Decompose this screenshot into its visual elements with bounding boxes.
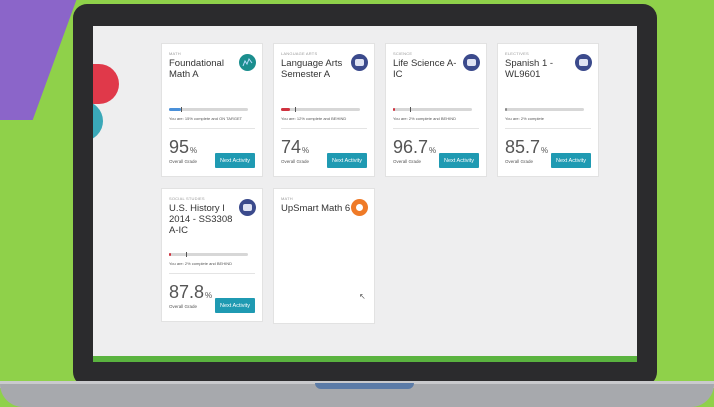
- grade-value: 87.8: [169, 282, 205, 302]
- grade-value: 74: [281, 137, 302, 157]
- progress-status: You are: 2% complete and BEHIND: [169, 261, 232, 266]
- mouse-cursor-icon: ↖: [359, 292, 366, 301]
- course-title[interactable]: U.S. History I 2014 - SS3308 A-IC: [169, 203, 241, 236]
- course-card-upsmart-math[interactable]: MATH UpSmart Math 6: [273, 188, 375, 324]
- divider: [169, 128, 255, 129]
- progress-status: You are: 12% complete and BEHIND: [281, 116, 347, 121]
- grade-label: Overall Grade: [281, 159, 310, 164]
- status-strip: [93, 356, 637, 362]
- next-activity-button[interactable]: Next Activity: [215, 298, 255, 313]
- progress-fill: [281, 108, 291, 111]
- grade-unit: %: [302, 146, 310, 155]
- course-title[interactable]: Language Arts Semester A: [281, 58, 353, 80]
- course-card-foundational-math[interactable]: MATH Foundational Math A You are: 15% co…: [161, 43, 263, 177]
- overall-grade: 87.8%: [169, 282, 212, 303]
- grade-unit: %: [429, 146, 437, 155]
- laptop-icon: [239, 199, 256, 216]
- next-activity-button[interactable]: Next Activity: [439, 153, 479, 168]
- overall-grade: 85.7%: [505, 137, 548, 158]
- dashboard-screen: MATH Foundational Math A You are: 15% co…: [93, 26, 637, 362]
- divider: [393, 128, 479, 129]
- grade-value: 95: [169, 137, 190, 157]
- progress-status: You are: 2% complete: [505, 116, 544, 121]
- divider: [169, 273, 255, 274]
- overall-grade: 96.7%: [393, 137, 436, 158]
- grade-label: Overall Grade: [393, 159, 422, 164]
- course-card-language-arts[interactable]: LANGUAGE ARTS Language Arts Semester A Y…: [273, 43, 375, 177]
- grade-label: Overall Grade: [505, 159, 534, 164]
- progress-bar: [281, 107, 360, 112]
- grade-unit: %: [541, 146, 549, 155]
- chart-icon: [239, 54, 256, 71]
- progress-fill: [169, 108, 181, 111]
- progress-marker: [180, 107, 182, 112]
- divider: [281, 128, 367, 129]
- course-card-us-history[interactable]: SOCIAL STUDIES U.S. History I 2014 - SS3…: [161, 188, 263, 322]
- overall-grade: 74%: [281, 137, 309, 158]
- progress-status: You are: 15% complete and ON TARGET: [169, 116, 243, 121]
- laptop-icon: [463, 54, 480, 71]
- divider: [505, 128, 591, 129]
- course-title[interactable]: Life Science A-IC: [393, 58, 465, 80]
- next-activity-button[interactable]: Next Activity: [551, 153, 591, 168]
- next-activity-button[interactable]: Next Activity: [215, 153, 255, 168]
- course-title[interactable]: Foundational Math A: [169, 58, 241, 80]
- progress-fill: [393, 108, 395, 111]
- grade-unit: %: [205, 291, 213, 300]
- progress-bar: [169, 252, 248, 257]
- progress-marker: [410, 107, 412, 112]
- grade-label: Overall Grade: [169, 159, 198, 164]
- progress-bar: [393, 107, 472, 112]
- grade-value: 85.7: [505, 137, 541, 157]
- upsmart-logo-icon: [351, 199, 368, 216]
- decorative-shape: [93, 64, 119, 104]
- next-activity-button[interactable]: Next Activity: [327, 153, 367, 168]
- laptop-notch: [315, 383, 414, 389]
- progress-marker: [295, 107, 297, 112]
- course-card-spanish[interactable]: ELECTIVES Spanish 1 - WL9601 You are: 2%…: [497, 43, 599, 177]
- grade-value: 96.7: [393, 137, 429, 157]
- grade-label: Overall Grade: [169, 304, 198, 309]
- course-title[interactable]: Spanish 1 - WL9601: [505, 58, 577, 80]
- laptop-icon: [351, 54, 368, 71]
- progress-marker: [186, 252, 188, 257]
- overall-grade: 95%: [169, 137, 197, 158]
- grade-unit: %: [190, 146, 198, 155]
- progress-fill: [505, 108, 507, 111]
- progress-bar: [505, 108, 584, 111]
- progress-bar: [169, 107, 248, 112]
- course-card-life-science[interactable]: SCIENCE Life Science A-IC You are: 2% co…: [385, 43, 487, 177]
- decorative-shape-2: [93, 101, 103, 141]
- progress-fill: [169, 253, 171, 256]
- course-title[interactable]: UpSmart Math 6: [281, 203, 353, 214]
- progress-status: You are: 2% complete and BEHIND: [393, 116, 456, 121]
- laptop-icon: [575, 54, 592, 71]
